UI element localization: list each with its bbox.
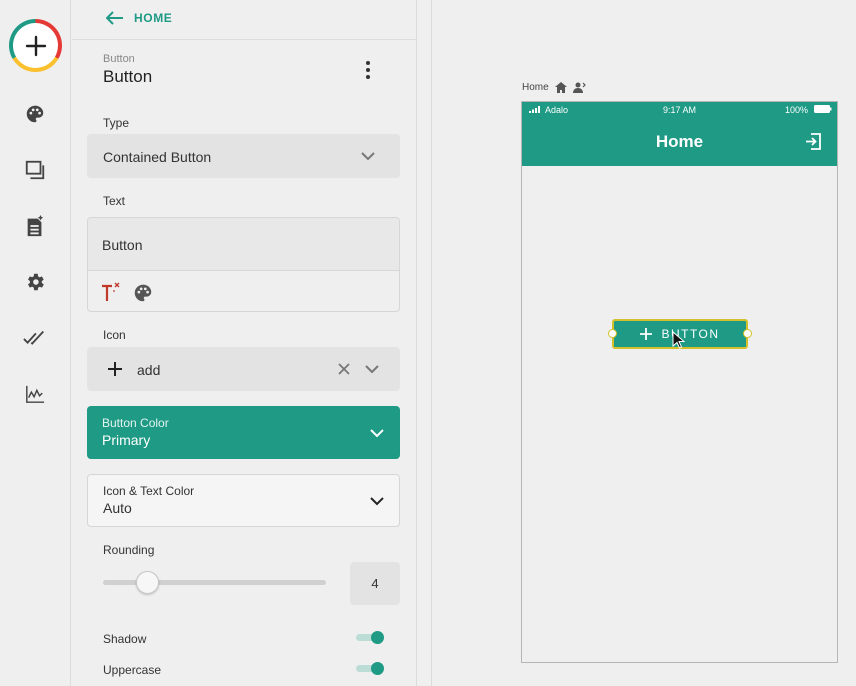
mouse-cursor-icon [672,331,685,349]
type-label: Type [103,116,130,130]
properties-panel: HOME Button Button Type Contained Button… [72,0,417,686]
button-color-value: Primary [102,432,151,448]
button-color-label: Button Color [102,416,169,430]
settings-icon[interactable] [22,269,48,295]
text-input[interactable]: Button [88,218,399,271]
left-rail [0,0,71,686]
uppercase-label: Uppercase [103,663,162,677]
button-color-select[interactable]: Button Color Primary [87,406,400,459]
app-bar[interactable]: Adalo 9:17 AM 100% Home [522,102,837,166]
chevron-down-icon [370,429,384,438]
icon-text-color-value: Auto [103,500,132,516]
arrow-left-icon [106,11,123,25]
resize-handle-right[interactable] [743,329,752,338]
type-select[interactable]: Contained Button [87,134,400,178]
icon-value: add [137,362,161,378]
back-row: HOME [72,0,416,40]
icon-text-color-label: Icon & Text Color [103,484,195,498]
plus-icon [108,362,122,376]
shadow-label: Shadow [103,632,147,646]
battery-icon [814,105,832,113]
text-editor: Button [87,217,400,312]
phone-screen[interactable]: Adalo 9:17 AM 100% Home [521,101,838,663]
analytics-icon[interactable] [22,381,48,407]
type-value: Contained Button [103,149,212,165]
more-vert-icon[interactable] [360,60,376,80]
screen-name: Home [522,82,549,93]
rounding-slider-thumb[interactable] [136,571,160,594]
palette-icon[interactable] [22,101,48,127]
back-label: HOME [134,11,173,25]
home-icon [554,82,567,93]
logout-icon[interactable] [805,133,822,150]
clear-icon[interactable] [338,363,350,375]
plus-icon [640,328,653,340]
back-to-home-link[interactable]: HOME [106,11,172,25]
text-input-value: Button [102,237,143,253]
icon-label: Icon [103,328,126,342]
component-type-label: Button [103,53,135,65]
rounding-input[interactable]: 4 [350,562,400,605]
uppercase-toggle[interactable] [356,662,384,675]
chevron-down-icon [361,152,375,161]
rounding-label: Rounding [103,543,155,557]
resize-handle-left[interactable] [608,329,617,338]
publish-check-icon[interactable] [22,325,48,351]
status-bar: Adalo 9:17 AM 100% [522,102,837,118]
database-icon[interactable] [22,213,48,239]
chevron-down-icon [370,497,384,506]
text-label: Text [103,194,126,208]
screen-name-label[interactable]: Home [522,82,586,93]
chevron-down-icon [365,365,379,374]
canvas-button-label: BUTTON [661,327,720,341]
icon-text-color-select[interactable]: Icon & Text Color Auto [87,474,400,527]
screens-icon[interactable] [22,157,48,183]
magic-text-icon[interactable] [99,281,121,303]
icon-select[interactable]: add [87,347,400,391]
app-bar-title: Home [655,132,704,151]
battery-percent: 100% [785,105,809,115]
plus-icon [25,35,46,56]
canvas-divider [431,0,432,686]
user-permission-icon [572,82,586,93]
shadow-toggle[interactable] [356,631,384,644]
component-name[interactable]: Button [103,67,152,87]
palette-icon[interactable] [132,282,154,304]
add-component-button[interactable] [9,19,62,72]
